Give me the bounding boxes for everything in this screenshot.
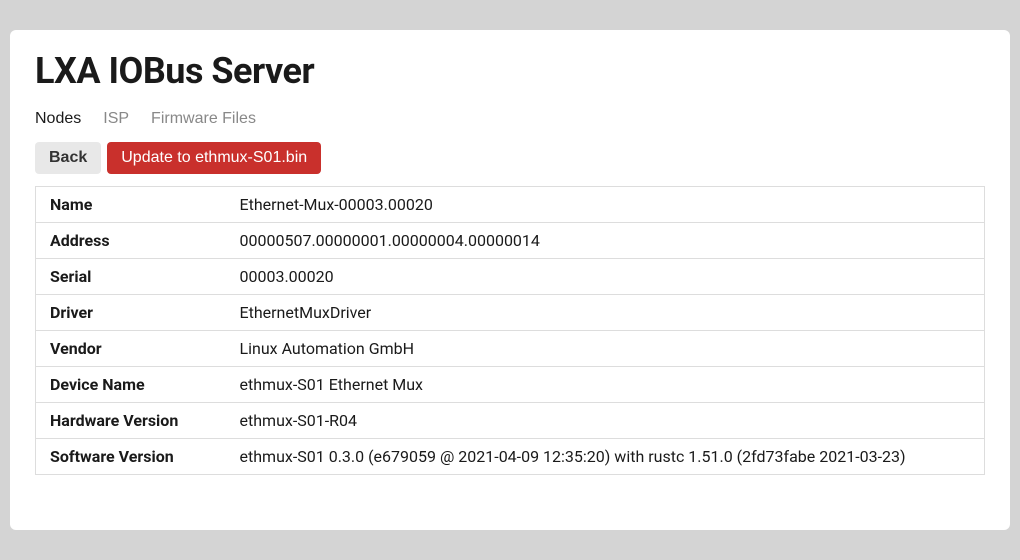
- label-address: Address: [36, 223, 226, 259]
- label-name: Name: [36, 187, 226, 223]
- tab-nodes[interactable]: Nodes: [35, 110, 81, 128]
- update-button[interactable]: Update to ethmux-S01.bin: [107, 142, 321, 174]
- label-device-name: Device Name: [36, 367, 226, 403]
- value-driver: EthernetMuxDriver: [226, 295, 985, 331]
- label-serial: Serial: [36, 259, 226, 295]
- value-hardware-version: ethmux-S01-R04: [226, 403, 985, 439]
- table-row: Driver EthernetMuxDriver: [36, 295, 985, 331]
- label-hardware-version: Hardware Version: [36, 403, 226, 439]
- back-button[interactable]: Back: [35, 142, 101, 174]
- tab-isp[interactable]: ISP: [103, 110, 129, 128]
- table-row: Software Version ethmux-S01 0.3.0 (e6790…: [36, 439, 985, 475]
- tabs: Nodes ISP Firmware Files: [35, 110, 985, 128]
- label-software-version: Software Version: [36, 439, 226, 475]
- toolbar: Back Update to ethmux-S01.bin: [35, 142, 985, 174]
- main-card: LXA IOBus Server Nodes ISP Firmware File…: [10, 30, 1010, 530]
- table-row: Vendor Linux Automation GmbH: [36, 331, 985, 367]
- value-device-name: ethmux-S01 Ethernet Mux: [226, 367, 985, 403]
- tab-firmware-files[interactable]: Firmware Files: [151, 110, 256, 128]
- value-address: 00000507.00000001.00000004.00000014: [226, 223, 985, 259]
- label-driver: Driver: [36, 295, 226, 331]
- value-vendor: Linux Automation GmbH: [226, 331, 985, 367]
- value-software-version: ethmux-S01 0.3.0 (e679059 @ 2021-04-09 1…: [226, 439, 985, 475]
- table-row: Hardware Version ethmux-S01-R04: [36, 403, 985, 439]
- value-serial: 00003.00020: [226, 259, 985, 295]
- value-name: Ethernet-Mux-00003.00020: [226, 187, 985, 223]
- table-row: Device Name ethmux-S01 Ethernet Mux: [36, 367, 985, 403]
- table-row: Serial 00003.00020: [36, 259, 985, 295]
- page-title: LXA IOBus Server: [35, 50, 985, 92]
- table-row: Address 00000507.00000001.00000004.00000…: [36, 223, 985, 259]
- label-vendor: Vendor: [36, 331, 226, 367]
- table-row: Name Ethernet-Mux-00003.00020: [36, 187, 985, 223]
- info-table: Name Ethernet-Mux-00003.00020 Address 00…: [35, 186, 985, 475]
